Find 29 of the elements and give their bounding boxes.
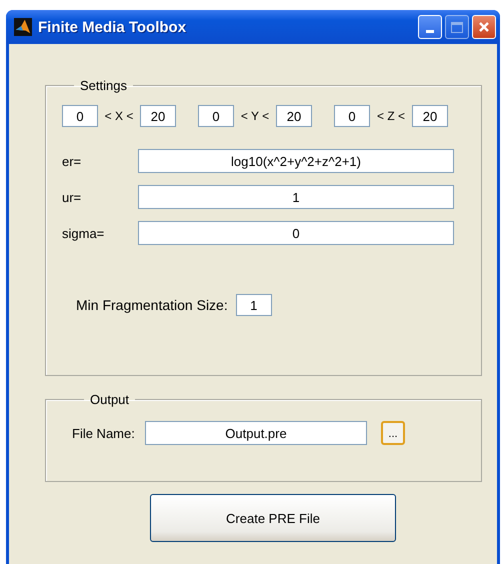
range-label: < X <: [104, 109, 134, 123]
close-icon: [478, 21, 490, 33]
field-label: er=: [62, 154, 82, 168]
range-label: < Y <: [240, 109, 270, 123]
range-min-field[interactable]: 0: [62, 105, 98, 127]
app-icon: [14, 18, 32, 36]
close-button[interactable]: [472, 15, 496, 39]
expression-field[interactable]: 0: [138, 221, 454, 245]
minimize-button[interactable]: [418, 15, 442, 39]
range-max-field[interactable]: 20: [276, 105, 312, 127]
file-name-field[interactable]: Output.pre: [145, 421, 367, 445]
expression-field[interactable]: log10(x^2+y^2+z^2+1): [138, 149, 454, 173]
field-label: Min Fragmentation Size:: [76, 297, 228, 313]
range-max-field[interactable]: 20: [412, 105, 448, 127]
range-min-field[interactable]: 0: [334, 105, 370, 127]
range-label: < Z <: [376, 109, 406, 123]
range-min-field[interactable]: 0: [198, 105, 234, 127]
window-title: Finite Media Toolbox: [38, 18, 188, 36]
field-label: File Name:: [72, 426, 136, 440]
fragmentation-size-field[interactable]: 1: [236, 294, 272, 316]
field-label: ur=: [62, 190, 82, 204]
browse-button[interactable]: ...: [381, 421, 405, 445]
range-max-field[interactable]: 20: [140, 105, 176, 127]
create-button[interactable]: Create PRE File: [150, 494, 396, 542]
expression-field[interactable]: 1: [138, 185, 454, 209]
panel-legend: Settings: [74, 78, 133, 93]
maximize-button[interactable]: [445, 15, 469, 39]
field-label: sigma=: [62, 226, 106, 240]
panel-legend: Output: [84, 392, 136, 407]
